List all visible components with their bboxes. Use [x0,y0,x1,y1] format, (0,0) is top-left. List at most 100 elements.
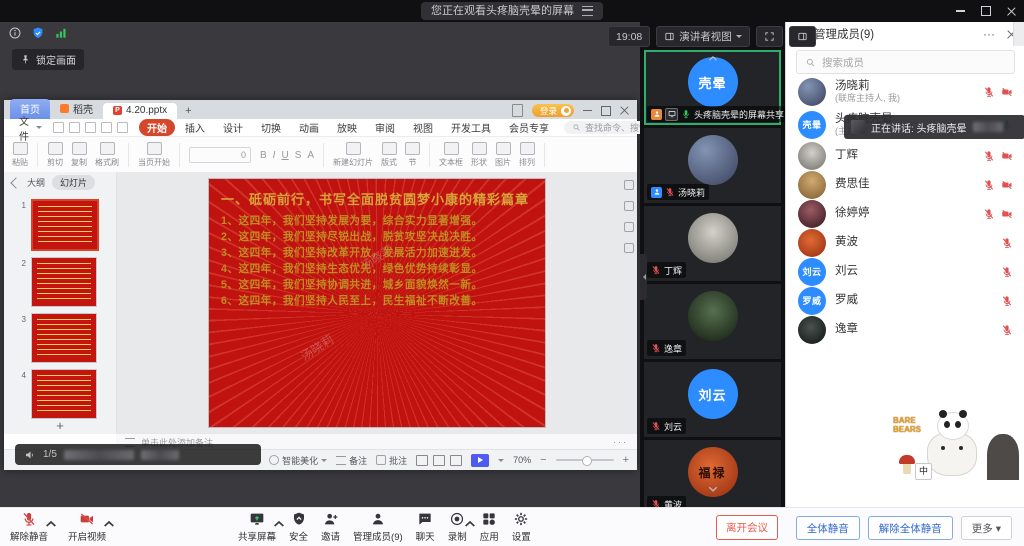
video-tile-逸章[interactable]: 逸章 [644,284,781,359]
slide-thumbnail-1[interactable]: 1 [18,199,112,251]
notes-toggle-button[interactable]: 备注 [336,454,367,467]
save-icon[interactable] [53,122,64,133]
scroll-up-icon[interactable] [706,52,719,65]
member-row-刘云[interactable]: 刘云刘云 [786,257,1024,286]
ribbon-tab-会员专享[interactable]: 会员专享 [501,119,557,136]
font-size-box[interactable]: 0 [189,147,251,163]
chevron-up-icon[interactable] [43,516,59,532]
muted-icon[interactable] [983,150,995,162]
chevron-up-icon[interactable] [271,516,287,532]
slide-thumbnail-image[interactable] [31,313,97,363]
zoom-slider-knob[interactable] [582,456,592,466]
muted-icon[interactable] [1001,266,1013,278]
muted-icon[interactable] [983,208,995,220]
video-tile-头疼脑壳晕的屏幕共享[interactable]: 壳晕头疼脑壳晕的屏幕共享 [644,50,781,125]
wps-maximize-button[interactable] [601,106,611,116]
video-tile-丁辉[interactable]: 丁辉 [644,206,781,281]
video-tile-黄波[interactable]: 福禄黄波 [644,440,781,515]
fullscreen-button[interactable] [756,26,783,47]
slide-thumbnail-2[interactable]: 2 [18,257,112,307]
format-U[interactable]: U [281,150,288,161]
footer-button-全体静音[interactable]: 全体静音 [796,516,860,540]
panel-collapse-handle[interactable] [640,254,647,300]
ribbon-tab-切换[interactable]: 切换 [253,119,289,136]
muted-icon[interactable] [1001,179,1013,191]
toolbar-screen-share-button[interactable]: 共享屏幕 [238,511,276,543]
ribbon-tab-放映[interactable]: 放映 [329,119,365,136]
maximize-button[interactable] [981,6,991,16]
preview-icon[interactable] [85,122,96,133]
video-tile-汤晓莉[interactable]: 汤晓莉 [644,128,781,203]
wps-close-button[interactable] [620,106,629,115]
slide-thumbnail-3[interactable]: 3 [18,313,112,363]
muted-icon[interactable] [983,179,995,191]
comment-button[interactable]: 批注 [376,454,407,467]
format-A[interactable]: A [307,150,314,161]
ribbon-tab-开发工具[interactable]: 开发工具 [443,119,499,136]
print-icon[interactable] [69,122,80,133]
muted-icon[interactable] [1001,237,1013,249]
member-row-徐婷婷[interactable]: 徐婷婷 [786,199,1024,228]
video-tile-刘云[interactable]: 刘云刘云 [644,362,781,437]
leave-meeting-button[interactable]: 离开会议 [716,515,778,540]
properties-icon[interactable] [624,180,634,190]
ribbon-tab-动画[interactable]: 动画 [291,119,327,136]
member-row-逸章[interactable]: 逸章 [786,315,1024,344]
wps-tool-排列[interactable]: 排列 [519,142,535,168]
member-row-罗威[interactable]: 罗威罗威 [786,286,1024,315]
ribbon-tab-开始[interactable]: 开始 [139,119,175,136]
slides-tab[interactable]: 幻灯片 [52,175,95,190]
view-mode-button[interactable]: 演讲者视图 [656,26,750,47]
wps-tool-复制[interactable]: 复制 [71,142,87,168]
ribbon-tab-设计[interactable]: 设计 [215,119,251,136]
collapse-panel-icon[interactable] [10,177,21,188]
shield-check-icon[interactable] [31,26,45,40]
wps-tool-形状[interactable]: 形状 [471,142,487,168]
format-buttons[interactable]: BIUSA [260,150,314,161]
muted-icon[interactable] [1001,150,1013,162]
wps-tool-版式[interactable]: 版式 [381,142,397,168]
toolbar-gear-button[interactable]: 设置 [512,511,531,543]
muted-icon[interactable] [1001,86,1013,98]
animation-pane-icon[interactable] [624,201,634,211]
normal-view-icon[interactable] [416,455,428,466]
slide-canvas[interactable]: 汤晓莉 汤晓莉 一、砥砺前行，书写全面脱贫圆梦小康的精彩篇章 1、这四年，我们坚… [117,172,637,434]
format-I[interactable]: I [273,150,276,161]
wps-tool-新建幻灯片[interactable]: 新建幻灯片 [333,142,373,168]
zoom-in-button[interactable]: + [623,454,629,466]
slideshow-play-button[interactable] [471,454,489,467]
chevron-up-icon[interactable] [462,516,478,532]
wps-tool-格式刷[interactable]: 格式刷 [95,142,119,168]
scroll-down-icon[interactable] [706,482,720,496]
wps-tool-文本框[interactable]: 文本框 [439,142,463,168]
toolbar-person-plus-button[interactable]: 邀请 [321,511,340,543]
undo-icon[interactable] [101,122,112,133]
wps-docer-tab[interactable]: 稻壳 [50,99,103,119]
chevron-up-icon[interactable] [101,516,117,532]
muted-icon[interactable] [1001,208,1013,220]
member-row-汤晓莉[interactable]: 汤晓莉(联席主持人, 我) [786,75,1024,108]
muted-icon[interactable] [983,86,995,98]
muted-icon[interactable] [1001,324,1013,336]
comments-pane-icon[interactable] [624,243,634,253]
toolbar-record-button[interactable]: 录制 [448,511,467,543]
view-mode-buttons[interactable] [416,455,462,466]
slide-thumbnail-image[interactable] [31,257,97,307]
member-search-input[interactable]: 搜索成员 [796,50,1015,74]
muted-icon[interactable] [1001,295,1013,307]
wps-tool-图片[interactable]: 图片 [495,142,511,168]
signal-icon[interactable] [54,26,68,40]
wps-tool-节[interactable]: 节 [405,142,420,168]
ribbon-tab-插入[interactable]: 插入 [177,119,213,136]
format-S[interactable]: S [295,150,302,161]
wps-tool-粘贴[interactable]: 粘贴 [12,142,28,168]
banner-menu-icon[interactable] [582,6,593,16]
ribbon-tab-视图[interactable]: 视图 [405,119,441,136]
font-size-value[interactable]: 0 [189,147,251,163]
slide-thumbnail-image[interactable] [31,199,99,251]
info-icon[interactable] [8,26,22,40]
smart-beautify-button[interactable]: 智能美化 [269,454,327,467]
close-button[interactable] [1007,7,1016,16]
toolbar-mic-off-button[interactable]: 解除静音 [10,511,48,543]
zoom-out-button[interactable]: − [540,454,546,466]
